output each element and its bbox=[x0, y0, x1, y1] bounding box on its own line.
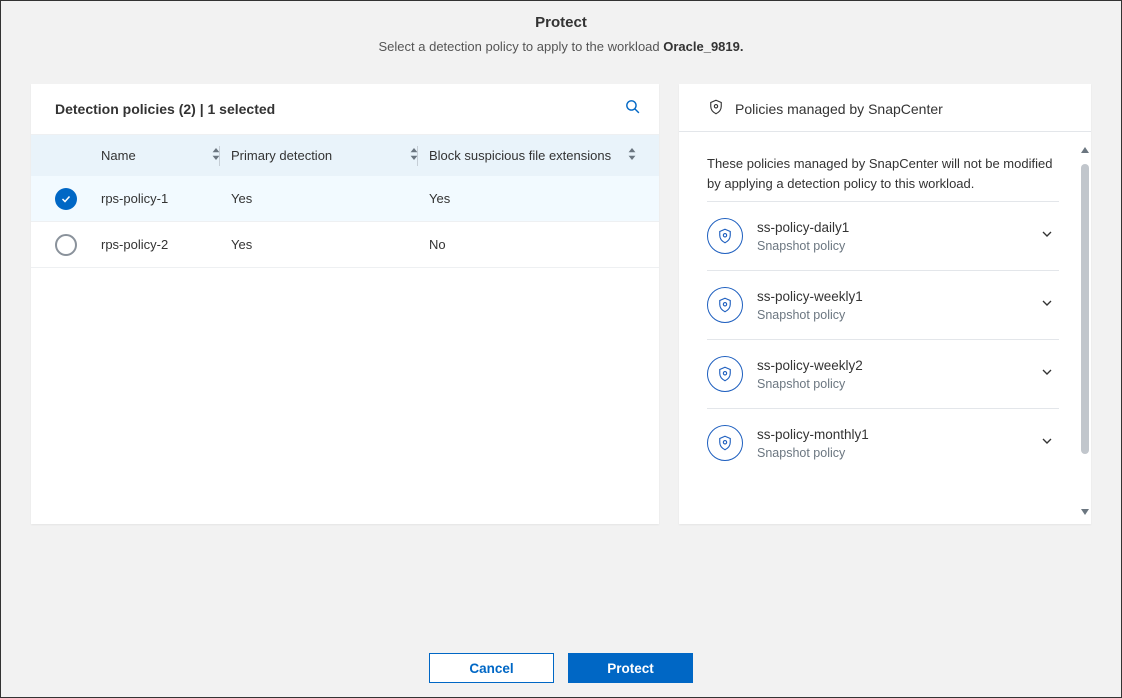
detection-panel-title: Detection policies (2) | 1 selected bbox=[55, 101, 275, 117]
protect-button[interactable]: Protect bbox=[568, 653, 693, 683]
cancel-button[interactable]: Cancel bbox=[429, 653, 554, 683]
policy-type: Snapshot policy bbox=[757, 308, 1025, 322]
col-header-name[interactable]: Name bbox=[101, 148, 231, 163]
row-radio-unchecked[interactable] bbox=[55, 234, 77, 256]
policy-name: ss-policy-monthly1 bbox=[757, 427, 1025, 442]
chevron-down-icon[interactable] bbox=[1039, 295, 1055, 316]
chevron-down-icon[interactable] bbox=[1039, 364, 1055, 385]
workload-name: Oracle_9819. bbox=[663, 39, 743, 54]
cell-block: Yes bbox=[429, 191, 450, 206]
policy-item[interactable]: ss-policy-weekly1 Snapshot policy bbox=[707, 270, 1059, 339]
scrollbar[interactable] bbox=[1081, 142, 1089, 522]
table-header-row: Name Primary detection Block suspicious … bbox=[31, 134, 659, 176]
cell-block: No bbox=[429, 237, 446, 252]
policy-item[interactable]: ss-policy-monthly1 Snapshot policy bbox=[707, 408, 1059, 477]
policy-type: Snapshot policy bbox=[757, 446, 1025, 460]
policy-name: ss-policy-weekly1 bbox=[757, 289, 1025, 304]
table-row[interactable]: rps-policy-1 Yes Yes bbox=[31, 176, 659, 222]
row-radio-checked[interactable] bbox=[55, 188, 77, 210]
managed-panel-title: Policies managed by SnapCenter bbox=[735, 101, 943, 117]
shield-icon bbox=[707, 425, 743, 461]
shield-icon bbox=[707, 287, 743, 323]
cell-name: rps-policy-1 bbox=[101, 191, 168, 206]
page-title: Protect bbox=[1, 14, 1121, 31]
col-block-label: Block suspicious file extensions bbox=[429, 148, 611, 163]
policy-item[interactable]: ss-policy-daily1 Snapshot policy bbox=[707, 201, 1059, 270]
policy-name: ss-policy-daily1 bbox=[757, 220, 1025, 235]
cell-name: rps-policy-2 bbox=[101, 237, 168, 252]
col-primary-label: Primary detection bbox=[231, 148, 332, 163]
table-row[interactable]: rps-policy-2 Yes No bbox=[31, 222, 659, 268]
scrollbar-thumb[interactable] bbox=[1081, 164, 1089, 454]
shield-icon bbox=[707, 218, 743, 254]
managed-policies-panel: Policies managed by SnapCenter These pol… bbox=[679, 84, 1091, 524]
subtitle-prefix: Select a detection policy to apply to th… bbox=[379, 39, 664, 54]
detection-policies-panel: Detection policies (2) | 1 selected Name… bbox=[31, 84, 659, 524]
shield-icon bbox=[707, 356, 743, 392]
sort-icon[interactable] bbox=[627, 148, 637, 163]
col-header-primary[interactable]: Primary detection bbox=[231, 148, 429, 163]
col-name-label: Name bbox=[101, 148, 136, 163]
policy-name: ss-policy-weekly2 bbox=[757, 358, 1025, 373]
cell-primary: Yes bbox=[231, 237, 252, 252]
page-subtitle: Select a detection policy to apply to th… bbox=[1, 39, 1121, 54]
cell-primary: Yes bbox=[231, 191, 252, 206]
scroll-up-icon[interactable] bbox=[1080, 142, 1090, 160]
managed-info-text: These policies managed by SnapCenter wil… bbox=[707, 154, 1059, 201]
policy-type: Snapshot policy bbox=[757, 377, 1025, 391]
scroll-down-icon[interactable] bbox=[1080, 504, 1090, 522]
chevron-down-icon[interactable] bbox=[1039, 226, 1055, 247]
chevron-down-icon[interactable] bbox=[1039, 433, 1055, 454]
shield-icon bbox=[707, 98, 725, 119]
policy-item[interactable]: ss-policy-weekly2 Snapshot policy bbox=[707, 339, 1059, 408]
divider bbox=[679, 131, 1091, 132]
policy-type: Snapshot policy bbox=[757, 239, 1025, 253]
col-header-block[interactable]: Block suspicious file extensions bbox=[429, 148, 659, 163]
search-icon[interactable] bbox=[624, 98, 641, 120]
